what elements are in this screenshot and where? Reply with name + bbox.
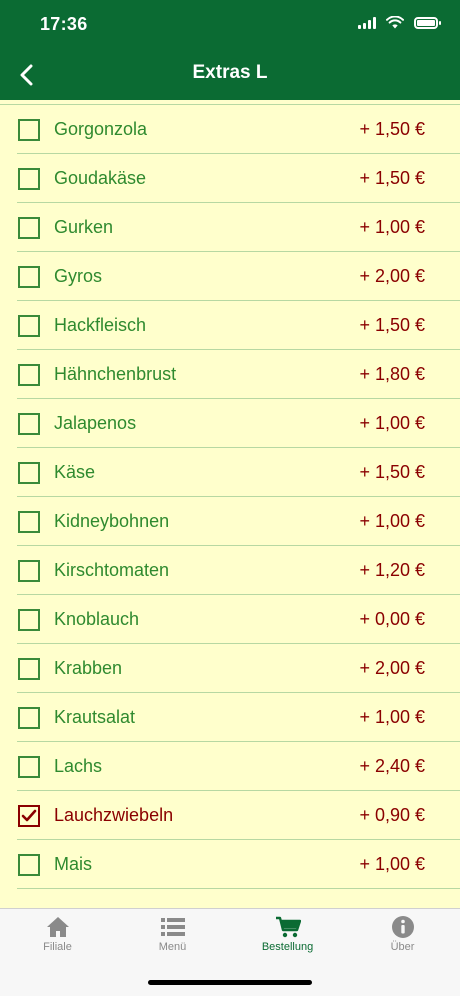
item-label: Lauchzwiebeln — [54, 805, 174, 825]
status-icons — [358, 16, 441, 29]
item-checkbox[interactable] — [18, 805, 40, 827]
item-checkbox[interactable] — [18, 315, 40, 337]
list-item[interactable]: Gyros + 2,00 € — [0, 252, 460, 301]
item-price: + 1,20 € — [359, 560, 425, 580]
list-item[interactable]: Jalapenos + 1,00 € — [0, 399, 460, 448]
item-checkbox[interactable] — [18, 854, 40, 876]
wifi-icon — [386, 16, 404, 29]
item-label: Lachs — [54, 756, 103, 776]
item-label: Krabben — [54, 658, 123, 678]
status-time: 17:36 — [40, 14, 88, 34]
list-item[interactable]: Krautsalat + 1,00 € — [0, 693, 460, 742]
navigation-bar: 17:36 Extras L — [0, 0, 460, 100]
item-price: + 1,50 € — [359, 168, 425, 188]
item-checkbox[interactable] — [18, 511, 40, 533]
item-checkbox[interactable] — [18, 266, 40, 288]
divider — [17, 888, 460, 889]
item-checkbox[interactable] — [18, 119, 40, 141]
item-checkbox[interactable] — [18, 364, 40, 386]
item-label: Hähnchenbrust — [54, 364, 177, 384]
list-item[interactable]: Käse + 1,50 € — [0, 448, 460, 497]
signal-icon — [358, 16, 376, 29]
item-price: + 0,00 € — [359, 609, 425, 629]
item-checkbox[interactable] — [18, 217, 40, 239]
item-checkbox[interactable] — [18, 168, 40, 190]
list-item[interactable]: Hackfleisch + 1,50 € — [0, 301, 460, 350]
item-label: Kirschtomaten — [54, 560, 170, 580]
item-price: + 1,00 € — [359, 854, 425, 874]
item-checkbox[interactable] — [18, 658, 40, 680]
tab-label: Filiale — [43, 941, 72, 953]
item-price: + 1,80 € — [359, 364, 425, 384]
item-label: Gyros — [54, 266, 103, 286]
item-label: Jalapenos — [54, 413, 137, 433]
home-icon — [45, 915, 71, 939]
item-checkbox[interactable] — [18, 609, 40, 631]
item-price: + 2,00 € — [359, 658, 425, 678]
tab-list[interactable]: Menü — [115, 909, 230, 969]
item-price: + 1,00 € — [359, 413, 425, 433]
item-checkbox[interactable] — [18, 756, 40, 778]
list-item[interactable]: Hähnchenbrust + 1,80 € — [0, 350, 460, 399]
item-price: + 0,90 € — [359, 805, 425, 825]
extras-list[interactable]: Gorgonzola + 1,50 € Goudakäse + 1,50 € Gurke… — [0, 100, 460, 908]
list-item[interactable]: Krabben + 2,00 € — [0, 644, 460, 693]
list-item[interactable]: Lachs + 2,40 € — [0, 742, 460, 791]
item-checkbox[interactable] — [18, 560, 40, 582]
item-label: Gorgonzola — [54, 119, 148, 139]
list-item[interactable]: Gurken + 1,00 € — [0, 203, 460, 252]
item-label: Kidneybohnen — [54, 511, 170, 531]
list-item[interactable]: Kirschtomaten + 1,20 € — [0, 546, 460, 595]
home-indicator — [148, 980, 312, 985]
list-item[interactable]: Knoblauch + 0,00 € — [0, 595, 460, 644]
checkmark-icon — [21, 809, 37, 822]
item-checkbox[interactable] — [18, 462, 40, 484]
tab-label: Menü — [158, 941, 187, 953]
tab-label: Über — [390, 941, 415, 953]
item-label: Goudakäse — [54, 168, 147, 188]
item-label: Hackfleisch — [54, 315, 147, 335]
item-price: + 1,00 € — [359, 511, 425, 531]
item-price: + 1,00 € — [359, 217, 425, 237]
item-price: + 1,00 € — [359, 707, 425, 727]
item-price: + 1,50 € — [359, 462, 425, 482]
list-item[interactable]: Goudakäse + 1,50 € — [0, 154, 460, 203]
cart-icon — [275, 915, 301, 939]
list-item[interactable]: Gorgonzola + 1,50 € — [0, 105, 460, 154]
list-item[interactable]: Kidneybohnen + 1,00 € — [0, 497, 460, 546]
list-item[interactable]: Mais + 1,00 € — [0, 840, 460, 889]
page-title: Extras L — [192, 62, 268, 83]
item-checkbox[interactable] — [18, 413, 40, 435]
item-label: Krautsalat — [54, 707, 136, 727]
list-item[interactable]: Lauchzwiebeln + 0,90 € — [0, 791, 460, 840]
item-label: Mais — [54, 854, 93, 874]
item-label: Käse — [54, 462, 96, 482]
item-price: + 1,50 € — [359, 315, 425, 335]
item-label: Gurken — [54, 217, 114, 237]
battery-icon — [414, 16, 441, 29]
info-icon — [390, 915, 416, 939]
list-icon — [160, 915, 186, 939]
tab-info[interactable]: Über — [345, 909, 460, 969]
tab-home[interactable]: Filiale — [0, 909, 115, 969]
item-price: + 1,50 € — [359, 119, 425, 139]
tab-label: Bestellung — [261, 941, 314, 953]
item-price: + 2,00 € — [359, 266, 425, 286]
tab-cart[interactable]: Bestellung — [230, 909, 345, 969]
item-checkbox[interactable] — [18, 707, 40, 729]
item-label: Knoblauch — [54, 609, 140, 629]
item-price: + 2,40 € — [359, 756, 425, 776]
